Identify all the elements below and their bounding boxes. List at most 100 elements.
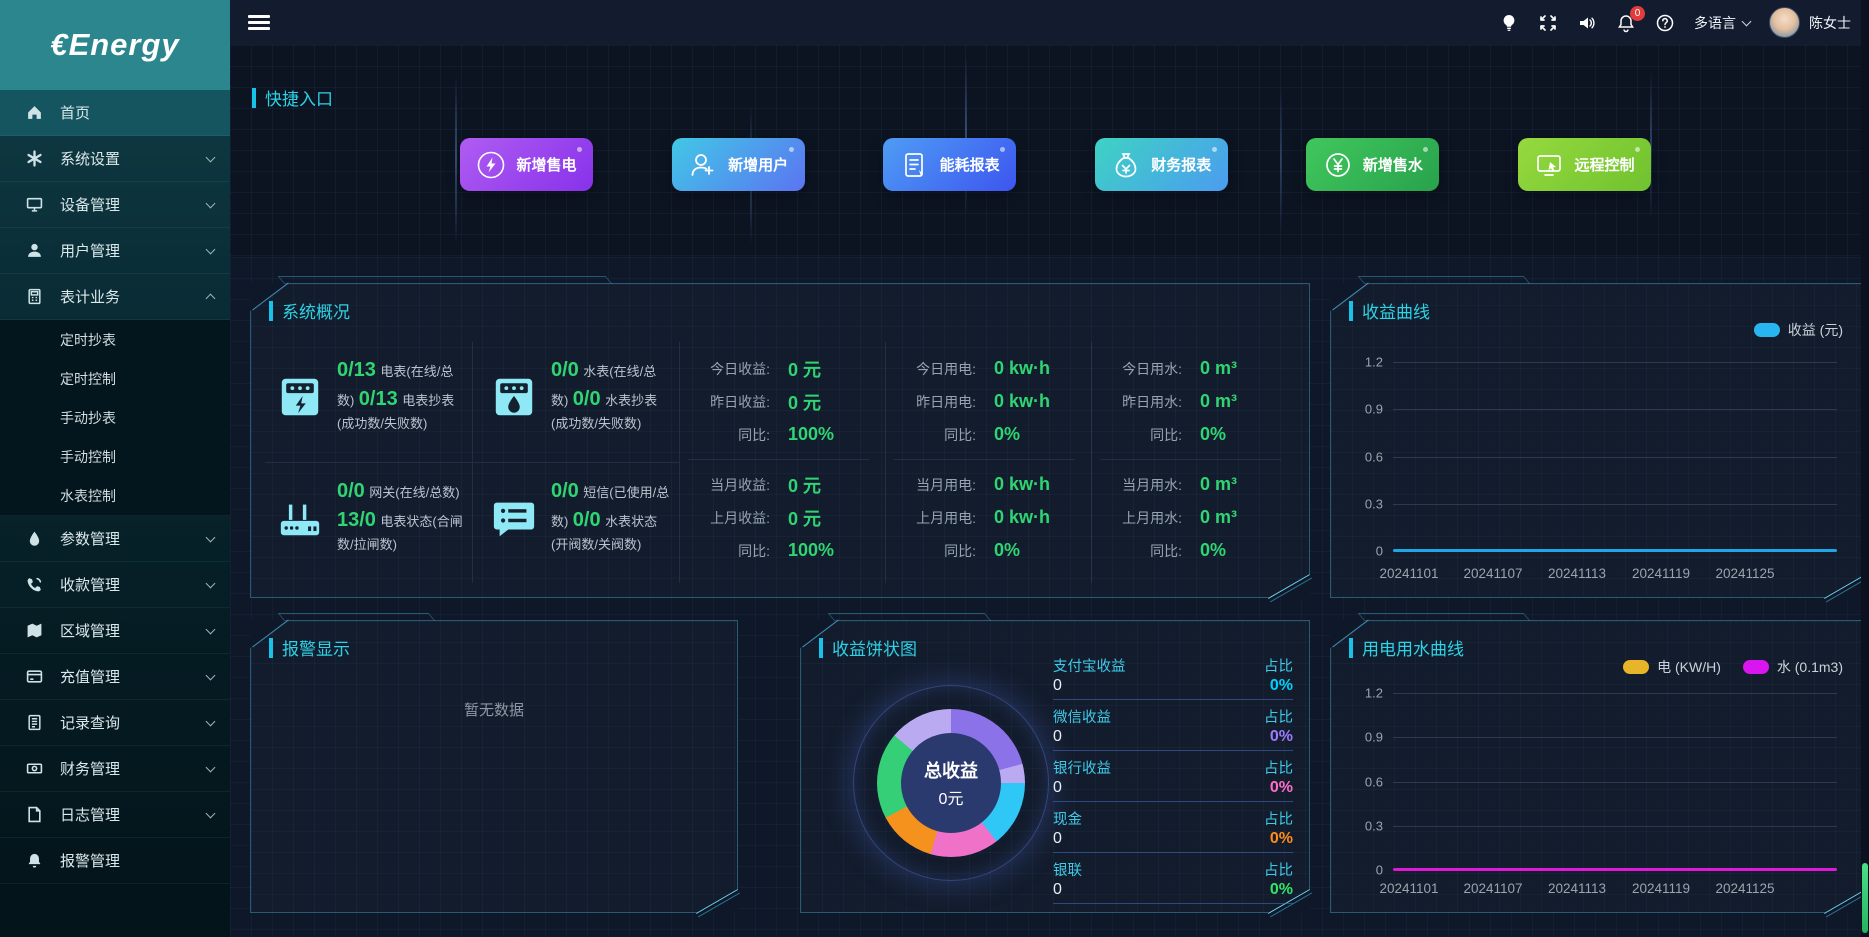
lightning-icon xyxy=(476,150,506,180)
sidebar-item-label: 充值管理 xyxy=(60,666,207,687)
stat-value: 0/0 xyxy=(551,480,579,502)
sidebar: €Energy 首页 系统设置 设备管理 用户管理 表计业务 定时抄表 xyxy=(0,0,230,937)
scrollbar-thumb[interactable] xyxy=(1862,863,1868,933)
theme-bulb-icon[interactable] xyxy=(1499,13,1519,33)
sidebar-item-area-management[interactable]: 区域管理 xyxy=(0,608,230,654)
sidebar-item-record-query[interactable]: 记录查询 xyxy=(0,700,230,746)
usage-chart-plot: 1.2 0.9 0.6 0.3 0 xyxy=(1393,693,1837,870)
sms-icon xyxy=(491,495,537,541)
stat-label: 网关(在线/总数) xyxy=(369,485,459,500)
legend-swatch-water xyxy=(1743,660,1769,674)
revenue-curve-panel: 收益曲线 收益 (元) 1.2 0.9 0.6 0.3 0 2024110120… xyxy=(1330,283,1866,598)
sidebar-subitem-scheduled-reading[interactable]: 定时抄表 xyxy=(0,320,230,359)
donut-center: 总收益 0元 xyxy=(901,733,1001,833)
hamburger-menu-icon[interactable] xyxy=(248,12,270,34)
sidebar-item-home[interactable]: 首页 xyxy=(0,90,230,136)
language-selector[interactable]: 多语言 xyxy=(1694,13,1750,33)
revenue-breakdown-list: 支付宝收益占比 00% 微信收益占比 00% 银行收益占比 00% 现金占比 0… xyxy=(1053,655,1293,910)
chevron-up-icon xyxy=(206,294,216,304)
user-avatar xyxy=(1769,7,1800,38)
no-data-text: 暂无数据 xyxy=(251,699,737,720)
dashboard-content: 系统概况 0/13 电表(在线/总数) 0/13 电表抄表(成功数/失败数) xyxy=(230,257,1869,937)
log-icon xyxy=(26,806,43,823)
sidebar-item-label: 系统设置 xyxy=(60,148,207,169)
quick-entry-buttons: 新增售电 新增用户 能耗报表 财务报表 新增售水 远程控制 xyxy=(460,138,1651,191)
sidebar-item-label: 参数管理 xyxy=(60,528,207,549)
usage-x-axis-labels: 2024110120241107202411132024111920241125 xyxy=(1367,881,1787,896)
sidebar-item-log-management[interactable]: 日志管理 xyxy=(0,792,230,838)
add-water-sale-button[interactable]: 新增售水 xyxy=(1306,138,1439,191)
gateway-icon xyxy=(277,495,323,541)
droplet-icon xyxy=(26,530,43,547)
list-item: 银联占比 00% xyxy=(1053,859,1293,904)
add-user-button[interactable]: 新增用户 xyxy=(672,138,805,191)
sidebar-item-label: 收款管理 xyxy=(60,574,207,595)
sms-stat: 0/0 短信(已使用/总数) 0/0 水表状态(开阀数/关阀数) xyxy=(472,463,679,583)
topbar: 0 多语言 陈女士 xyxy=(230,0,1869,45)
energy-report-icon xyxy=(900,150,930,180)
revenue-pie-title: 收益饼状图 xyxy=(819,635,917,660)
title-accent-bar xyxy=(252,88,256,108)
chevron-down-icon xyxy=(206,670,216,680)
main-area: 0 多语言 陈女士 快捷入口 新增售电 xyxy=(230,0,1869,937)
water-meter-stat: 0/0 水表(在线/总数) 0/0 水表抄表(成功数/失败数) xyxy=(472,342,679,463)
sidebar-item-alarm-management[interactable]: 报警管理 xyxy=(0,838,230,884)
stat-value: 0/0 xyxy=(337,480,365,502)
alarm-icon xyxy=(26,852,43,869)
revenue-pie-panel: 收益饼状图 总收益 0元 支付宝收益占比 00% 微信收益占比 xyxy=(800,620,1310,913)
revenue-x-axis-labels: 2024110120241107202411132024111920241125 xyxy=(1367,566,1787,581)
sidebar-item-finance-management[interactable]: 财务管理 xyxy=(0,746,230,792)
electric-meter-stat: 0/13 电表(在线/总数) 0/13 电表抄表(成功数/失败数) xyxy=(265,342,472,463)
stat-value: 0/0 xyxy=(573,509,601,531)
meter-icon xyxy=(26,288,43,305)
legend-swatch-electricity xyxy=(1623,660,1649,674)
system-overview-title: 系统概况 xyxy=(269,298,350,323)
sidebar-item-payment-management[interactable]: 收款管理 xyxy=(0,562,230,608)
remote-control-button[interactable]: 远程控制 xyxy=(1518,138,1651,191)
sidebar-item-meter-business[interactable]: 表计业务 xyxy=(0,274,230,320)
map-icon xyxy=(26,622,43,639)
sidebar-item-label: 表计业务 xyxy=(60,286,207,307)
chevron-down-icon xyxy=(206,808,216,818)
stat-value: 0/13 xyxy=(337,359,376,381)
sidebar-item-device-management[interactable]: 设备管理 xyxy=(0,182,230,228)
chevron-down-icon xyxy=(206,716,216,726)
finance-report-button[interactable]: 财务报表 xyxy=(1095,138,1228,191)
total-revenue-label: 总收益 xyxy=(924,757,978,783)
sound-icon[interactable] xyxy=(1577,13,1597,33)
sidebar-item-user-management[interactable]: 用户管理 xyxy=(0,228,230,274)
donut-segments: 总收益 0元 xyxy=(877,709,1025,857)
sidebar-item-recharge-management[interactable]: 充值管理 xyxy=(0,654,230,700)
alarm-display-panel: 报警显示 暂无数据 xyxy=(250,620,738,913)
sidebar-item-label: 首页 xyxy=(60,102,214,123)
sidebar-subitem-scheduled-control[interactable]: 定时控制 xyxy=(0,359,230,398)
records-icon xyxy=(26,714,43,731)
help-icon[interactable] xyxy=(1655,13,1675,33)
sidebar-subitem-manual-reading[interactable]: 手动抄表 xyxy=(0,398,230,437)
notification-bell-icon[interactable]: 0 xyxy=(1616,13,1636,33)
list-item: 现金占比 00% xyxy=(1053,808,1293,853)
page-scrollbar[interactable] xyxy=(1861,0,1869,937)
sidebar-item-parameter-management[interactable]: 参数管理 xyxy=(0,516,230,562)
sidebar-subitem-manual-control[interactable]: 手动控制 xyxy=(0,437,230,476)
app-logo: €Energy xyxy=(0,0,230,90)
stat-value: 0/0 xyxy=(573,388,601,410)
user-menu[interactable]: 陈女士 xyxy=(1769,7,1851,38)
sidebar-item-label: 设备管理 xyxy=(60,194,207,215)
electricity-stats-column: 今日用电:0 kw·h 昨日用电:0 kw·h 同比:0% 当月用电:0 kw·… xyxy=(885,342,1091,583)
sidebar-item-system-settings[interactable]: 系统设置 xyxy=(0,136,230,182)
legend-swatch xyxy=(1754,323,1780,337)
meter-stats-grid: 0/13 电表(在线/总数) 0/13 电表抄表(成功数/失败数) 0/0 水表… xyxy=(265,342,679,583)
system-overview-panel: 系统概况 0/13 电表(在线/总数) 0/13 电表抄表(成功数/失败数) xyxy=(250,283,1310,598)
fullscreen-icon[interactable] xyxy=(1538,13,1558,33)
sidebar-subitem-water-meter-control[interactable]: 水表控制 xyxy=(0,476,230,515)
chevron-down-icon xyxy=(206,198,216,208)
revenue-zero-line xyxy=(1393,549,1837,552)
stat-value: 0/0 xyxy=(551,359,579,381)
chevron-down-icon xyxy=(1742,16,1752,26)
sidebar-menu: 首页 系统设置 设备管理 用户管理 表计业务 定时抄表 定时控制 手动抄表 手动… xyxy=(0,90,230,937)
chevron-down-icon xyxy=(206,578,216,588)
chevron-down-icon xyxy=(206,624,216,634)
energy-report-button[interactable]: 能耗报表 xyxy=(883,138,1016,191)
add-electricity-sale-button[interactable]: 新增售电 xyxy=(460,138,593,191)
